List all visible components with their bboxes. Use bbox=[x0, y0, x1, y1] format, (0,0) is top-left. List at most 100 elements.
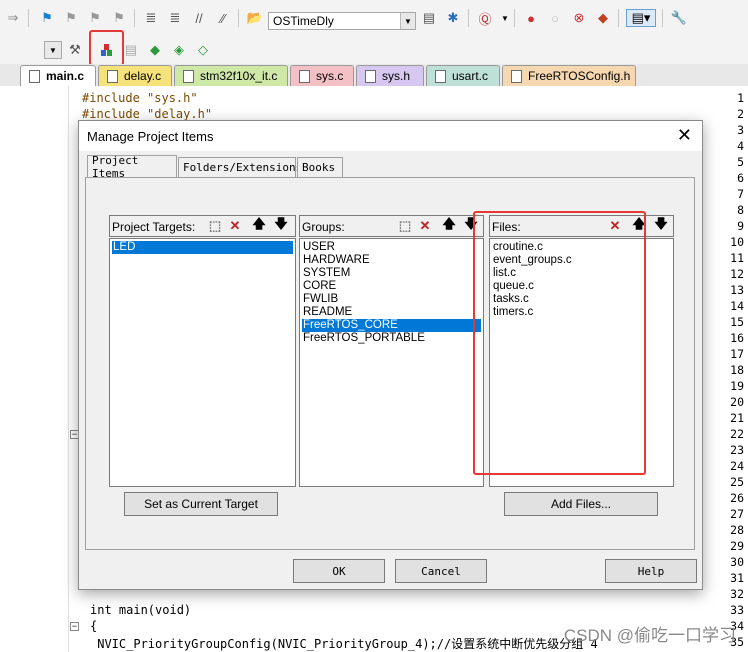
tab-books[interactable]: Books bbox=[297, 157, 343, 177]
toolbar-separator bbox=[514, 9, 515, 27]
toolbar-project: ▼ ⚒ ▤ ◆ ◈ ◇ bbox=[0, 30, 748, 66]
line-number: 19 bbox=[730, 379, 744, 393]
target-combo[interactable]: OSTimeDly ▼ bbox=[268, 12, 416, 30]
tab-folders-extensions[interactable]: Folders/Extensions bbox=[178, 157, 302, 177]
line-number: 23 bbox=[730, 443, 744, 457]
file-icon bbox=[299, 69, 310, 83]
prev-bookmark-icon[interactable]: ⚑ bbox=[62, 9, 80, 27]
move-up-icon[interactable]: 🡅 bbox=[251, 216, 267, 234]
dialog-title: Manage Project Items bbox=[87, 129, 214, 144]
line-number: 26 bbox=[730, 491, 744, 505]
tab-freertosconfig-h[interactable]: FreeRTOSConfig.h bbox=[502, 65, 636, 86]
tab-sys-h[interactable]: sys.h bbox=[356, 65, 424, 86]
tab-label: stm32f10x_it.c bbox=[200, 69, 278, 83]
list-item[interactable]: HARDWARE bbox=[302, 254, 481, 267]
list-item[interactable]: FreeRTOS_CORE bbox=[302, 319, 481, 332]
unindent-icon[interactable]: ≣ bbox=[166, 9, 184, 27]
target-combo-value: OSTimeDly bbox=[273, 14, 334, 28]
delete-icon[interactable]: ✕ bbox=[227, 218, 243, 234]
tab-label: delay.c bbox=[124, 69, 162, 83]
line-number: 2 bbox=[737, 107, 744, 121]
breakpoint-icon[interactable]: ● bbox=[522, 9, 540, 27]
window-layout-icon[interactable]: ▤▾ bbox=[626, 9, 656, 27]
line-number: 12 bbox=[730, 267, 744, 281]
list-item[interactable]: README bbox=[302, 306, 481, 319]
line-number: 24 bbox=[730, 459, 744, 473]
line-number: 17 bbox=[730, 347, 744, 361]
find-icon[interactable]: ▤ bbox=[420, 9, 438, 27]
help-button[interactable]: Help bbox=[605, 559, 697, 583]
add-files-button[interactable]: Add Files... bbox=[504, 492, 658, 516]
comment-icon[interactable]: // bbox=[190, 9, 208, 27]
manage-rte-icon[interactable]: ◇ bbox=[194, 41, 212, 59]
kill-breakpoints-icon[interactable]: ◆ bbox=[594, 9, 612, 27]
tab-delay-c[interactable]: delay.c bbox=[98, 65, 172, 86]
new-item-icon[interactable]: ⬚ bbox=[397, 218, 413, 234]
new-item-icon[interactable]: ⬚ bbox=[207, 218, 223, 234]
disable-breakpoint-icon[interactable]: ○ bbox=[546, 9, 564, 27]
ok-button[interactable]: OK bbox=[293, 559, 385, 583]
tab-project-items[interactable]: Project Items bbox=[87, 154, 177, 180]
targets-list[interactable]: LED bbox=[109, 238, 296, 487]
list-item[interactable]: FreeRTOS_PORTABLE bbox=[302, 332, 481, 345]
groups-header: Groups: ⬚ ✕ 🡅 🡇 bbox=[299, 215, 484, 237]
code-line-34: { bbox=[90, 619, 98, 633]
groups-list[interactable]: USER HARDWARE SYSTEM CORE FWLIB README F… bbox=[299, 238, 484, 487]
incremental-find-icon[interactable]: ✱ bbox=[444, 9, 462, 27]
chevron-down-icon[interactable]: ▼ bbox=[45, 42, 61, 58]
find-in-files-icon[interactable]: 📂 bbox=[246, 9, 264, 27]
line-number: 15 bbox=[730, 315, 744, 329]
list-item[interactable]: LED bbox=[112, 241, 293, 254]
watermark: CSDN @偷吃一口学习 bbox=[563, 626, 736, 645]
line-number: 9 bbox=[737, 219, 744, 233]
chevron-down-icon[interactable]: ▼ bbox=[400, 13, 415, 29]
configure-icon[interactable]: 🔧 bbox=[670, 9, 688, 27]
books-icon[interactable]: ▤ bbox=[122, 41, 140, 59]
tab-main-c[interactable]: main.c bbox=[20, 65, 96, 86]
code-line-35: NVIC_PriorityGroupConfig(NVIC_PriorityGr… bbox=[90, 637, 598, 651]
pack-installer-icon[interactable]: ◆ bbox=[146, 41, 164, 59]
debug-icon[interactable]: Ⓠ bbox=[476, 9, 494, 27]
target-options-icon[interactable]: ⚒ bbox=[66, 41, 84, 59]
file-icon bbox=[183, 69, 194, 83]
arrow-right-icon[interactable]: ⇒ bbox=[4, 9, 22, 27]
line-number: 1 bbox=[737, 91, 744, 105]
next-bookmark-icon[interactable]: ⚑ bbox=[86, 9, 104, 27]
line-number: 27 bbox=[730, 507, 744, 521]
delete-icon[interactable]: ✕ bbox=[417, 218, 433, 234]
clear-bookmarks-icon[interactable]: ⚑ bbox=[110, 9, 128, 27]
cancel-button[interactable]: Cancel bbox=[395, 559, 487, 583]
list-item[interactable]: SYSTEM bbox=[302, 267, 481, 280]
move-down-icon[interactable]: 🡇 bbox=[653, 216, 669, 234]
tab-label: main.c bbox=[46, 69, 85, 83]
list-item[interactable]: FWLIB bbox=[302, 293, 481, 306]
tab-stm32f10x-it-c[interactable]: stm32f10x_it.c bbox=[174, 65, 288, 86]
tab-label: sys.h bbox=[382, 69, 411, 83]
indent-icon[interactable]: ≣ bbox=[142, 9, 160, 27]
list-item[interactable]: CORE bbox=[302, 280, 481, 293]
line-number: 14 bbox=[730, 299, 744, 313]
tab-label: FreeRTOSConfig.h bbox=[528, 69, 631, 83]
chevron-down-icon[interactable]: ▼ bbox=[496, 9, 514, 27]
target-select-combo[interactable]: ▼ bbox=[44, 41, 62, 59]
groups-label: Groups: bbox=[302, 220, 345, 234]
bookmark-flag-icon[interactable]: ⚑ bbox=[38, 9, 56, 27]
line-number: 3 bbox=[737, 123, 744, 137]
tab-sys-c[interactable]: sys.c bbox=[290, 65, 354, 86]
disable-all-breakpoints-icon[interactable]: ⊗ bbox=[570, 9, 588, 27]
line-number: 5 bbox=[737, 155, 744, 169]
list-item[interactable]: USER bbox=[302, 241, 481, 254]
fold-marker-icon[interactable]: − bbox=[70, 622, 79, 631]
line-number: 18 bbox=[730, 363, 744, 377]
set-current-target-button[interactable]: Set as Current Target bbox=[124, 492, 278, 516]
close-icon[interactable]: ✕ bbox=[677, 125, 692, 146]
tab-usart-c[interactable]: usart.c bbox=[426, 65, 500, 86]
toolbar-separator bbox=[238, 9, 239, 27]
select-packs-icon[interactable]: ◈ bbox=[170, 41, 188, 59]
highlight-box-files bbox=[473, 211, 646, 475]
uncomment-icon[interactable]: ⁄⁄ bbox=[214, 9, 232, 27]
move-down-icon[interactable]: 🡇 bbox=[273, 216, 289, 234]
move-up-icon[interactable]: 🡅 bbox=[441, 216, 457, 234]
toolbar-separator bbox=[662, 9, 663, 27]
file-icon bbox=[29, 69, 40, 83]
